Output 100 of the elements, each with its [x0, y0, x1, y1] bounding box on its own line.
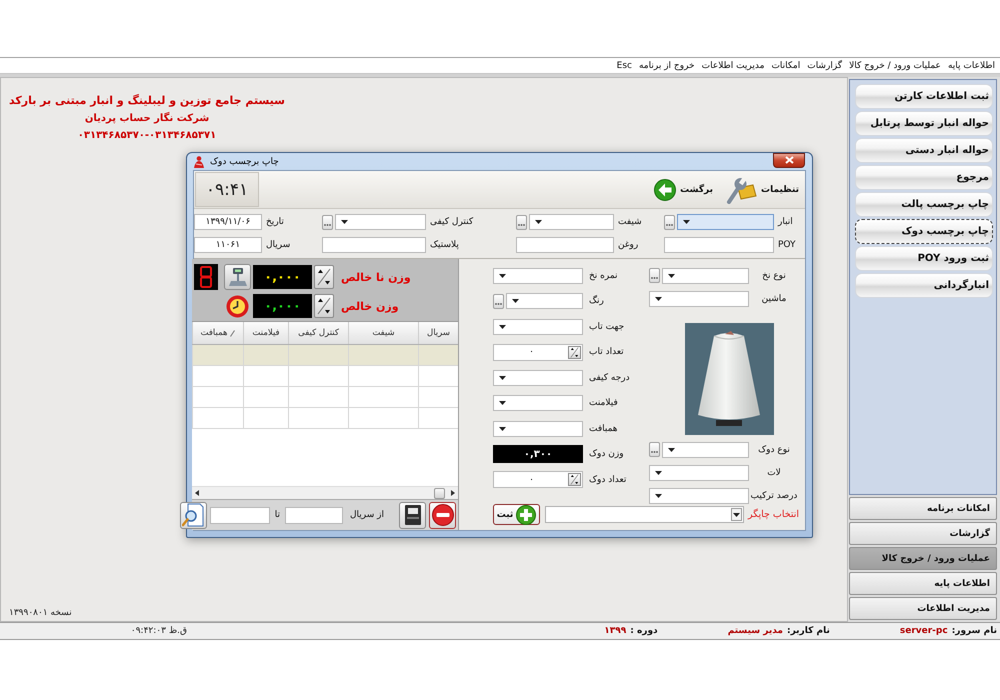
spin-button[interactable] [568, 473, 581, 486]
led-display: ۰,۰۰۰ [253, 265, 312, 289]
text-field[interactable]: ۱۱۰۶۱ [194, 237, 262, 253]
dropdown-field[interactable] [662, 442, 749, 458]
menu-item[interactable]: اطلاعات پایه [948, 58, 995, 72]
dropdown-field[interactable] [677, 214, 774, 230]
sidebar-item[interactable]: انبارگردانی [855, 273, 993, 298]
input-field[interactable] [284, 506, 343, 524]
column-header[interactable]: سریال [418, 322, 458, 344]
text-field[interactable]: ۱۳۹۹/۱۱/۰۶ [194, 214, 262, 230]
status-label: نام سرور: [952, 626, 997, 636]
scroll-left-icon[interactable] [195, 490, 199, 496]
sidebar-item[interactable]: مرجوع [855, 165, 993, 190]
column-header[interactable]: کنترل کیفی [288, 322, 348, 344]
sidebar-item[interactable]: ثبت ورود POY [855, 246, 993, 271]
status-time: ۰۹:۴۲:۰۳ ق.ظ [130, 626, 188, 636]
text-field[interactable] [322, 237, 426, 253]
scroll-right-icon[interactable] [451, 490, 455, 496]
sidebar-item[interactable]: ثبت اطلاعات کارتن [855, 84, 993, 109]
field-label: انتخاب چاپگر [749, 509, 799, 520]
lookup-button[interactable] [322, 214, 333, 230]
caret-icon [683, 220, 690, 224]
preview-button[interactable] [180, 502, 207, 528]
table-row[interactable] [192, 345, 458, 366]
menu-item[interactable]: مدیریت اطلاعات [702, 58, 764, 72]
sidebar-item[interactable]: حواله انبار توسط پرتابل [855, 111, 993, 136]
sidebar-section-tab[interactable]: گزارشات [849, 522, 997, 545]
input-field[interactable] [210, 506, 270, 524]
save-button[interactable]: ثبت [493, 504, 540, 525]
spin-button[interactable] [314, 294, 334, 318]
field-label: POY [777, 240, 797, 250]
clock-icon[interactable] [226, 294, 249, 318]
field-label: ماشین [760, 294, 788, 304]
dropdown-field[interactable] [662, 268, 749, 284]
dropdown-field[interactable] [649, 488, 749, 504]
number-field[interactable]: ۰ [493, 344, 583, 360]
lookup-button[interactable] [664, 214, 675, 230]
close-button[interactable] [773, 152, 805, 168]
scale-button[interactable] [224, 264, 251, 290]
sort-mark-icon [230, 330, 236, 336]
lookup-button[interactable] [516, 214, 527, 230]
spin-button[interactable] [314, 265, 334, 289]
sidebar-section-tab[interactable]: عملیات ورود / خروج کالا [849, 547, 997, 570]
dropdown-field[interactable] [493, 318, 583, 334]
table-row[interactable] [192, 387, 458, 408]
sidebar-section-tab[interactable]: مدیریت اطلاعات [849, 597, 997, 620]
lookup-button[interactable] [649, 442, 660, 457]
lookup-button[interactable] [493, 294, 504, 308]
settings-button[interactable]: تنظیمات [725, 176, 799, 204]
lookup-button[interactable] [649, 268, 660, 283]
back-button[interactable]: برگشت [654, 178, 714, 200]
menu-item[interactable]: گزارشات [807, 58, 842, 72]
field-label: رنگ [588, 296, 605, 306]
clock-display: ۰۹:۴۱ [195, 172, 259, 207]
up-down-arrows-icon [570, 346, 579, 358]
field-label: شیفت [617, 217, 643, 227]
field-label: تعداد تاب [588, 347, 625, 357]
dropdown-field[interactable] [545, 506, 744, 523]
sidebar-section-tab[interactable]: اطلاعات پایه [849, 572, 997, 595]
column-header[interactable]: همبافت [192, 322, 243, 344]
caret-icon [535, 220, 542, 224]
dropdown-field[interactable] [493, 370, 583, 386]
status-label: نام کاربر: [786, 626, 830, 636]
field-label: تاریخ [265, 217, 285, 227]
version-label: نسخه ۱۳۹۹۰۸۰۱ [9, 608, 72, 618]
menu-item[interactable]: عملیات ورود / خروج کالا [849, 58, 941, 72]
sidebar-section-tab[interactable]: امکانات برنامه [849, 497, 997, 520]
sidebar-item[interactable]: چاپ برچسب دوک [855, 219, 993, 244]
dropdown-field[interactable] [493, 268, 583, 284]
dropdown-field[interactable] [506, 293, 583, 309]
sidebar-item[interactable]: چاپ برچسب پالت [855, 192, 993, 217]
delete-button[interactable] [429, 502, 456, 528]
dropdown-field[interactable] [335, 214, 426, 230]
dropdown-field[interactable] [493, 420, 583, 436]
seven-segment-icon [194, 264, 218, 290]
menu-item[interactable]: خروج از برنامه [638, 58, 695, 72]
field-label: کنترل کیفی [429, 217, 474, 227]
spin-button[interactable] [568, 346, 581, 358]
dropdown-field[interactable] [649, 464, 749, 480]
column-header[interactable]: شیفت [348, 322, 418, 344]
caret-icon [499, 426, 506, 430]
phone-numbers: ۰۳۱۳۴۶۸۵۳۷۰-۰۳۱۳۴۶۸۵۳۷۱ [78, 130, 216, 141]
dropdown-field[interactable] [529, 214, 614, 230]
table-row[interactable] [192, 366, 458, 387]
field-label: روغن [617, 240, 640, 250]
scrollbar-thumb[interactable] [434, 488, 445, 498]
table-row[interactable] [192, 408, 458, 429]
print-button[interactable] [399, 502, 426, 528]
number-field[interactable]: ۰ [493, 471, 583, 488]
text-field[interactable] [516, 237, 614, 253]
text-field[interactable] [664, 237, 774, 253]
horizontal-scrollbar[interactable] [192, 486, 458, 499]
menu-item[interactable]: Esc [616, 58, 632, 72]
up-down-arrows-icon [317, 297, 331, 315]
menu-item[interactable]: امکانات [771, 58, 800, 72]
dropdown-field[interactable] [493, 395, 583, 411]
column-header[interactable]: فیلامنت [243, 322, 288, 344]
field-label: نوع نخ [761, 270, 787, 280]
sidebar-item[interactable]: حواله انبار دستی [855, 138, 993, 163]
dropdown-field[interactable] [649, 290, 749, 306]
